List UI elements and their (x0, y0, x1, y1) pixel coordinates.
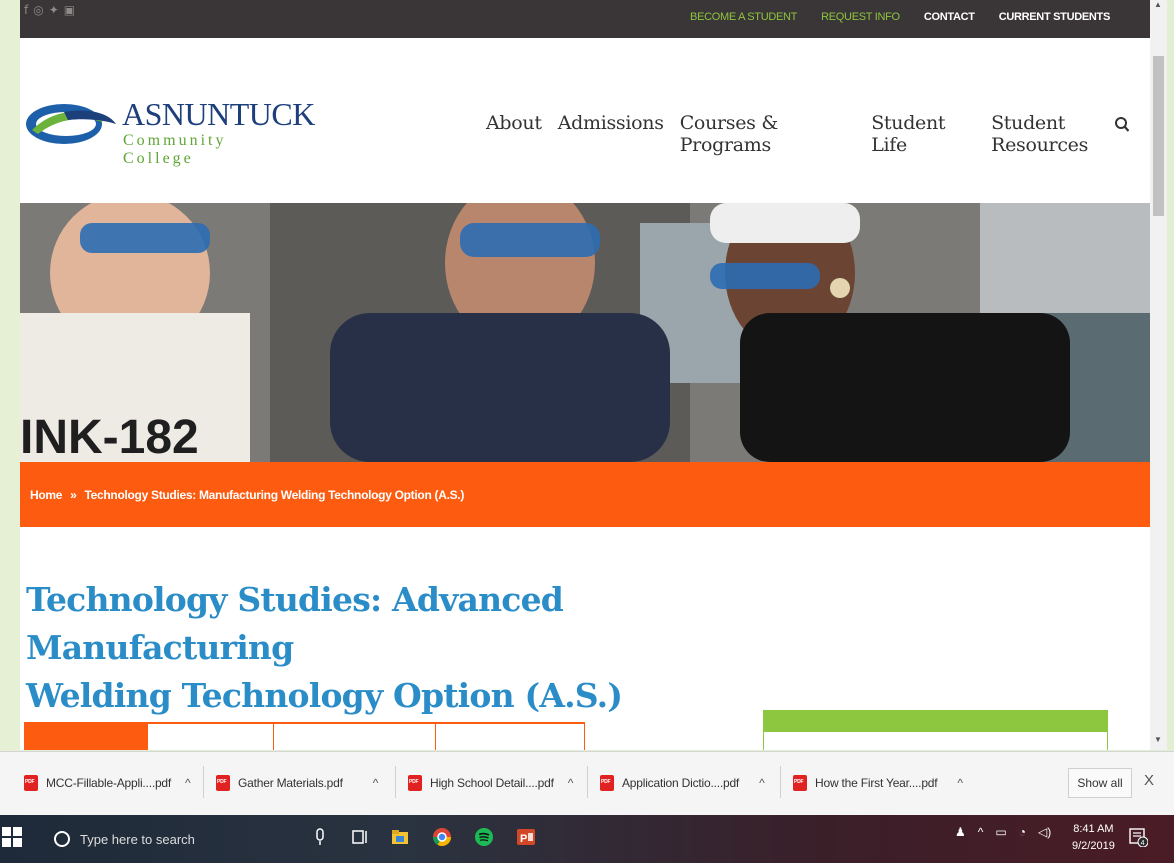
download-menu-caret-icon[interactable]: ^ (568, 776, 574, 790)
wifi-icon[interactable]: ◔ (1019, 825, 1026, 839)
facebook-icon[interactable]: f (24, 3, 28, 17)
tab-1[interactable] (24, 724, 148, 750)
social-links: f ◎ ✦ ▣ (24, 3, 75, 17)
download-filename: Application Dictio....pdf (622, 776, 740, 790)
show-all-downloads-button[interactable]: Show all (1068, 768, 1132, 798)
microphone-icon[interactable] (310, 827, 330, 847)
svg-text:P: P (520, 833, 527, 845)
breadcrumb-current: Technology Studies: Manufacturing Weldin… (84, 488, 465, 502)
tab-2[interactable] (148, 724, 274, 750)
pdf-file-icon (600, 775, 614, 791)
logo-subtitle: Community College (123, 132, 227, 167)
page-scrollbar[interactable]: ▲ ▼ (1150, 0, 1167, 750)
site-header: ASNUNTUCK Community College About Admiss… (20, 38, 1150, 203)
pdf-file-icon (408, 775, 422, 791)
svg-text:INK-182: INK-182 (20, 411, 199, 462)
chrome-icon[interactable] (432, 827, 452, 847)
clock-time: 8:41 AM (1073, 823, 1114, 835)
scroll-down-arrow-icon[interactable]: ▼ (1154, 735, 1162, 744)
nav-item-courses-programs[interactable]: Courses & Programs (680, 112, 856, 156)
pdf-file-icon (216, 775, 230, 791)
nav-item-admissions[interactable]: Admissions (558, 112, 664, 156)
nav-item-student-life[interactable]: Student Life (871, 112, 975, 156)
people-icon[interactable]: ♟ (955, 825, 966, 839)
breadcrumb: Home » Technology Studies: Manufacturing… (30, 488, 464, 502)
tab-3[interactable] (274, 724, 436, 750)
download-menu-caret-icon[interactable]: ^ (185, 776, 191, 790)
download-filename: How the First Year....pdf (815, 776, 938, 790)
search-icon[interactable] (1114, 116, 1130, 134)
cortana-icon (54, 831, 70, 847)
powerpoint-icon[interactable]: P (516, 827, 536, 847)
notification-bubble-icon: 4 (1129, 828, 1149, 848)
breadcrumb-bar: Home » Technology Studies: Manufacturing… (20, 462, 1150, 527)
program-tabs (24, 722, 585, 750)
page-title-line-1: Technology Studies: Advanced Manufacturi… (26, 580, 564, 667)
download-filename: MCC-Fillable-Appli....pdf (46, 776, 172, 790)
notification-count: 4 (1141, 840, 1145, 847)
download-item[interactable]: Application Dictio....pdf ^ (600, 770, 765, 796)
current-students-link[interactable]: CURRENT STUDENTS (999, 11, 1111, 23)
taskbar-search[interactable]: Type here to search (40, 819, 300, 859)
close-downloads-icon[interactable]: X (1144, 772, 1154, 789)
taskbar-search-placeholder: Type here to search (80, 831, 195, 847)
contact-link[interactable]: CONTACT (924, 11, 975, 23)
download-menu-caret-icon[interactable]: ^ (373, 776, 379, 790)
breadcrumb-home-link[interactable]: Home (30, 488, 62, 502)
show-hidden-icons-icon[interactable]: ^ (978, 825, 984, 839)
pdf-file-icon (793, 775, 807, 791)
download-menu-caret-icon[interactable]: ^ (759, 776, 765, 790)
request-info-link[interactable]: REQUEST INFO (821, 11, 900, 23)
download-item[interactable]: How the First Year....pdf ^ (793, 770, 963, 796)
college-logo[interactable]: ASNUNTUCK Community College (24, 90, 315, 167)
page-title-line-2: Welding Technology Option (A.S.) (26, 676, 623, 715)
hero-photo: INK-182 (20, 203, 1150, 462)
become-a-student-link[interactable]: BECOME A STUDENT (690, 11, 797, 23)
task-view-icon[interactable] (350, 827, 370, 847)
download-separator (395, 766, 396, 798)
twitter-icon[interactable]: ✦ (49, 3, 59, 17)
download-separator (587, 766, 588, 798)
tab-4[interactable] (436, 724, 585, 750)
instagram-icon[interactable]: ◎ (33, 3, 43, 17)
download-separator (780, 766, 781, 798)
download-filename: High School Detail....pdf (430, 776, 554, 790)
download-item[interactable]: Gather Materials.pdf ^ (216, 770, 378, 796)
volume-icon[interactable]: ◁) (1038, 825, 1051, 839)
downloads-bar: MCC-Fillable-Appli....pdf ^ Gather Mater… (0, 751, 1174, 815)
main-nav: About Admissions Courses & Programs Stud… (486, 112, 1150, 156)
battery-icon[interactable]: ▭ (995, 825, 1006, 839)
slide-background-strip (0, 0, 20, 863)
windows-start-icon[interactable] (2, 827, 22, 847)
utility-bar: f ◎ ✦ ▣ BECOME A STUDENT REQUEST INFO CO… (20, 0, 1150, 38)
nav-item-about[interactable]: About (486, 112, 542, 156)
logo-swoosh-icon (26, 104, 116, 144)
pdf-file-icon (24, 775, 38, 791)
scroll-thumb[interactable] (1153, 56, 1164, 216)
download-separator (203, 766, 204, 798)
download-menu-caret-icon[interactable]: ^ (957, 776, 963, 790)
page-title: Technology Studies: Advanced Manufacturi… (26, 576, 806, 720)
download-item[interactable]: MCC-Fillable-Appli....pdf ^ (24, 770, 191, 796)
spotify-icon[interactable] (474, 827, 494, 847)
file-explorer-icon[interactable] (390, 827, 410, 847)
utility-links: BECOME A STUDENT REQUEST INFO CONTACT CU… (690, 11, 1110, 23)
clock-date: 9/2/2019 (1072, 840, 1115, 852)
scroll-up-arrow-icon[interactable]: ▲ (1154, 0, 1162, 9)
windows-taskbar: Type here to search P ♟ ^ ▭ ◔ ◁) 8:41 AM… (0, 815, 1174, 863)
youtube-icon[interactable]: ▣ (64, 3, 75, 17)
browser-page: f ◎ ✦ ▣ BECOME A STUDENT REQUEST INFO CO… (20, 0, 1150, 750)
logo-title: ASNUNTUCK (122, 96, 315, 132)
action-center-icon[interactable]: 4 (1128, 827, 1149, 848)
taskbar-clock[interactable]: 8:41 AM 9/2/2019 (1072, 821, 1115, 855)
breadcrumb-separator: » (70, 488, 77, 502)
download-item[interactable]: High School Detail....pdf ^ (408, 770, 573, 796)
download-filename: Gather Materials.pdf (238, 776, 343, 790)
hero-image: INK-182 (20, 203, 1150, 462)
sidebar-box (763, 710, 1108, 750)
system-tray: ♟ ^ ▭ ◔ ◁) (955, 825, 1051, 839)
